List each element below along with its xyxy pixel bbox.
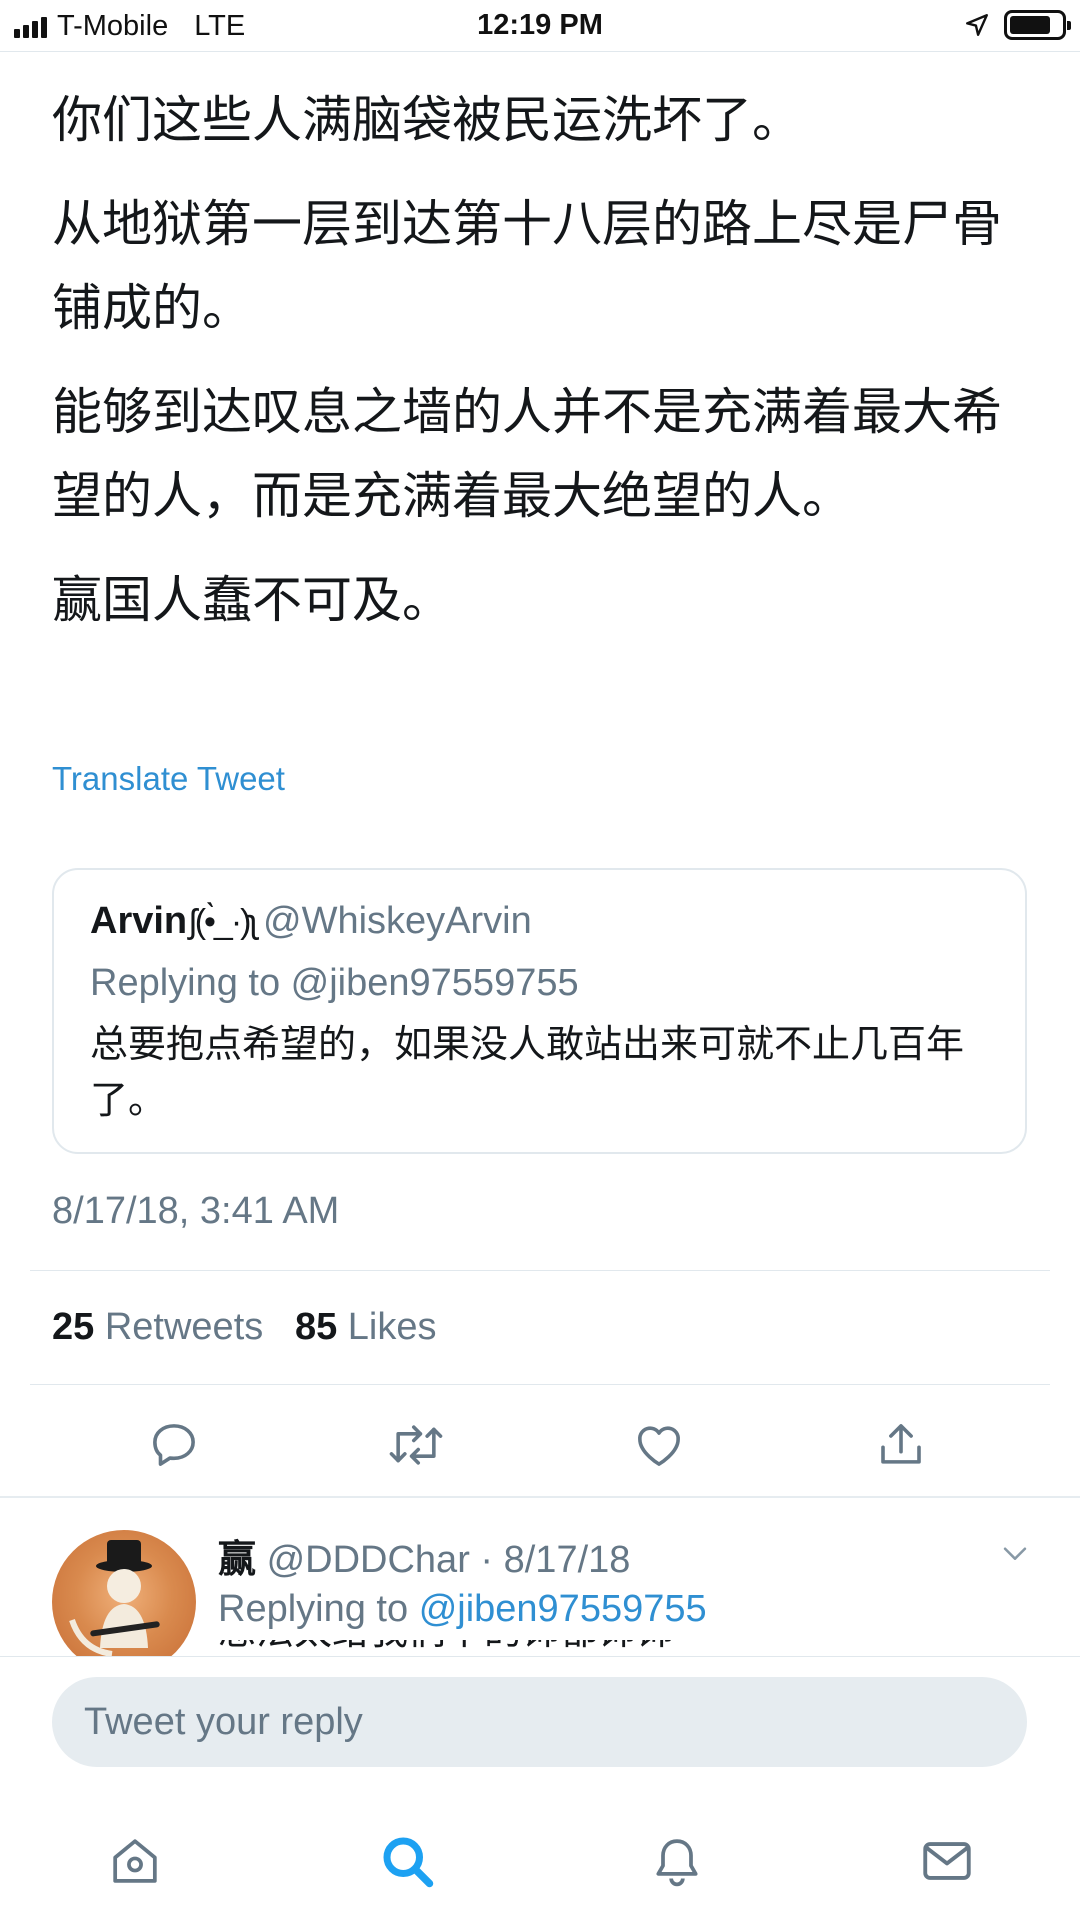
location-arrow-icon [966,14,988,36]
replying-handle-link[interactable]: @jiben97559755 [419,1588,707,1630]
chevron-down-icon[interactable] [998,1536,1032,1570]
like-button[interactable] [624,1410,694,1480]
tweet-actions [0,1410,1080,1480]
translate-tweet-link[interactable]: Translate Tweet [52,760,285,798]
status-right [964,10,1071,40]
retweet-icon [389,1425,443,1465]
section-divider [0,1496,1080,1498]
retweets-count[interactable]: 25 [52,1306,94,1348]
tab-bar [0,1800,1080,1920]
tweet-paragraph: 赢国人蠢不可及。 [52,571,452,629]
tab-notifications[interactable] [642,1826,712,1896]
reply-text-clipped: 想法太给我们下的饰都饰饰 [218,1640,1018,1656]
likes-label[interactable]: Likes [348,1306,437,1348]
quoted-author-name: Arvin [90,900,188,942]
battery-icon [1004,10,1071,40]
tweet-timestamp: 8/17/18, 3:41 AM [52,1190,340,1232]
reply-author-name[interactable]: 赢 [218,1537,256,1581]
tweet-paragraph: 能够到达叹息之墙的人并不是充满着最大希望的人，而是充满着最大绝望的人。 [52,383,1002,525]
tweet-stats: 25 Retweets 85 Likes [52,1306,437,1349]
divider [30,1270,1050,1271]
notifications-icon [656,1839,698,1887]
tweet-paragraph: 你们这些人满脑袋被民运洗坏了。 [52,91,802,149]
reply-avatar[interactable] [52,1530,196,1674]
reply-button[interactable] [139,1410,209,1480]
quoted-tweet-text: 总要抱点希望的，如果没人敢站出来可就不止几百年了。 [90,1022,965,1122]
tab-home[interactable] [100,1826,170,1896]
divider [30,1384,1050,1385]
reply-replying-to: Replying to @jiben97559755 [218,1588,707,1631]
reply-header: 赢 @DDDChar · 8/17/18 [218,1528,630,1583]
share-button[interactable] [866,1410,936,1480]
tweet-text: 你们这些人满脑袋被民运洗坏了。 从地狱第一层到达第十八层的路上尽是尸骨铺成的。 … [52,78,1032,662]
avatar-figure [69,1540,160,1657]
likes-count[interactable]: 85 [295,1306,337,1348]
reply-icon [153,1424,195,1466]
reply-text: 想法太给我们下的饰都饰饰 [218,1640,1018,1656]
quoted-tweet-card[interactable]: Arvin ʃ(•̀_·)ʅ @WhiskeyArvin Replying to… [52,868,1027,1154]
quoted-author-emoji: ʃ(•̀_·)ʅ [189,903,257,941]
reply-handle-date: @DDDChar · 8/17/18 [266,1539,631,1581]
retweet-button[interactable] [381,1410,451,1480]
search-icon [383,1837,434,1888]
tweet-detail-screen: T-Mobile LTE 12:19 PM 你们这些人满脑袋被民运洗坏了。 从地… [0,0,1080,1920]
tweet-paragraph: 从地狱第一层到达第十八层的路上尽是尸骨铺成的。 [52,195,1002,337]
messages-icon [923,1842,971,1880]
compose-bar: Tweet your reply [0,1656,1080,1786]
replying-prefix: Replying to [218,1588,409,1630]
quoted-tweet-header: Arvin ʃ(•̀_·)ʅ @WhiskeyArvin [90,900,532,943]
like-icon [638,1426,680,1466]
status-bar: T-Mobile LTE 12:19 PM [0,0,1080,52]
tab-messages[interactable] [912,1826,982,1896]
quoted-replying-to: Replying to @jiben97559755 [90,962,579,1004]
share-icon [881,1424,921,1464]
battery-level [1010,16,1050,34]
status-time: 12:19 PM [477,9,603,41]
tab-search[interactable] [372,1826,442,1896]
retweets-label[interactable]: Retweets [105,1306,263,1348]
reply-input[interactable]: Tweet your reply [52,1677,1027,1767]
quoted-author-handle: @WhiskeyArvin [263,900,532,942]
home-icon [113,1839,157,1883]
